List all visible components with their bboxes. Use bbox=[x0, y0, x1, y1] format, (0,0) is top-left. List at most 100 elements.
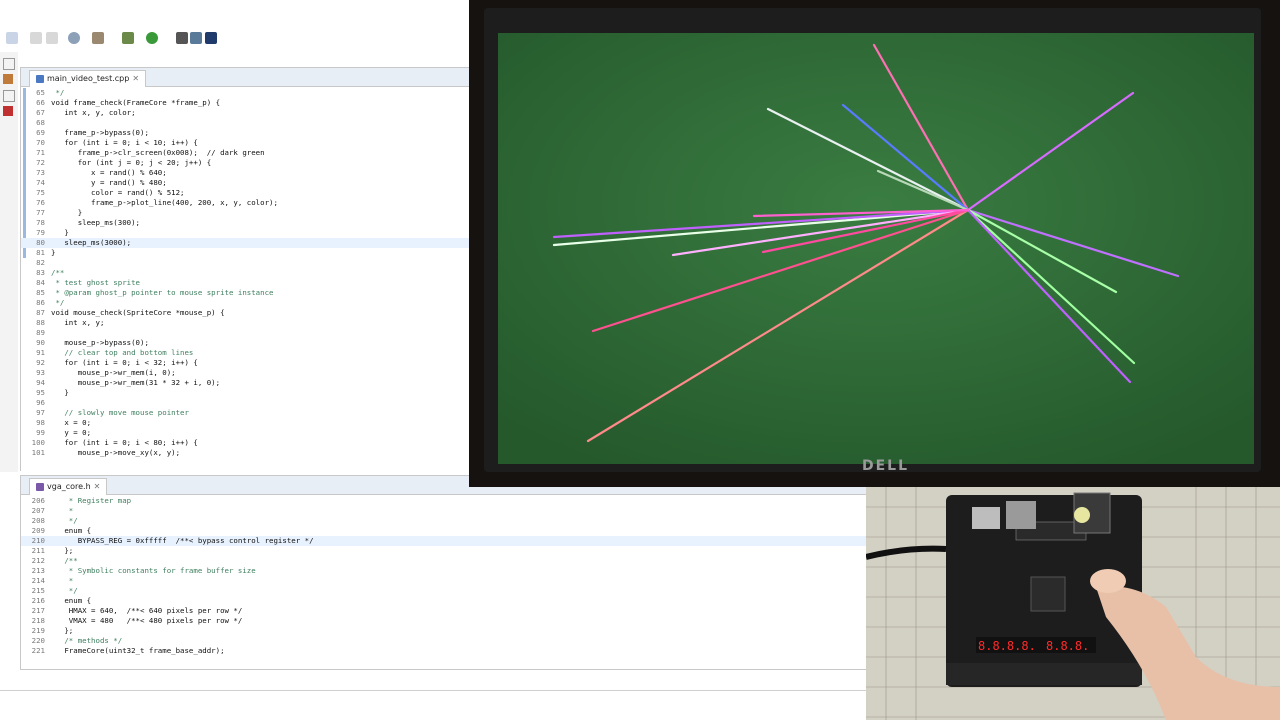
console-icon[interactable] bbox=[205, 32, 217, 44]
editor-main-video-test[interactable]: main_video_test.cpp ✕ 65 */66 void frame_… bbox=[20, 67, 471, 471]
code-line[interactable]: 209 enum { bbox=[21, 526, 867, 536]
code-line[interactable]: 83 /** bbox=[21, 268, 470, 278]
code-line[interactable]: 72 for (int j = 0; j < 20; j++) { bbox=[21, 158, 470, 168]
svg-text:8.8.8.: 8.8.8. bbox=[1046, 639, 1089, 653]
line-number: 210 bbox=[31, 536, 45, 545]
line-number: 88 bbox=[36, 318, 45, 327]
code-line[interactable]: 85 * @param ghost_p pointer to mouse spr… bbox=[21, 288, 470, 298]
code-line[interactable]: 215 */ bbox=[21, 586, 867, 596]
code-line[interactable]: 220 /* methods */ bbox=[21, 636, 867, 646]
code-line[interactable]: 80 sleep_ms(3000); bbox=[21, 238, 470, 248]
code-line[interactable]: 69 frame_p->bypass(0); bbox=[21, 128, 470, 138]
code-line[interactable]: 74 y = rand() % 480; bbox=[21, 178, 470, 188]
code-text: */ bbox=[51, 298, 65, 307]
line-number: 77 bbox=[36, 208, 45, 217]
code-line[interactable]: 77 } bbox=[21, 208, 470, 218]
code-line[interactable]: 95 } bbox=[21, 388, 470, 398]
code-line[interactable]: 101 mouse_p->move_xy(x, y); bbox=[21, 448, 470, 458]
explorer-icon[interactable] bbox=[3, 74, 13, 84]
side-panel bbox=[0, 52, 18, 472]
code-line[interactable]: 91 // clear top and bottom lines bbox=[21, 348, 470, 358]
code-line[interactable]: 68 bbox=[21, 118, 470, 128]
bookmark-icon[interactable] bbox=[3, 106, 13, 116]
code-text: /** bbox=[51, 268, 65, 277]
line-number: 208 bbox=[31, 516, 45, 525]
code-line[interactable]: 92 for (int i = 0; i < 32; i++) { bbox=[21, 358, 470, 368]
code-line[interactable]: 217 HMAX = 640, /**< 640 pixels per row … bbox=[21, 606, 867, 616]
code-line[interactable]: 78 sleep_ms(300); bbox=[21, 218, 470, 228]
code-text: for (int i = 0; i < 80; i++) { bbox=[51, 438, 198, 447]
code-line[interactable]: 94 mouse_p->wr_mem(31 * 32 + i, 0); bbox=[21, 378, 470, 388]
code-line[interactable]: 99 y = 0; bbox=[21, 428, 470, 438]
code-text: y = 0; bbox=[51, 428, 92, 437]
code-line[interactable]: 100 for (int i = 0; i < 80; i++) { bbox=[21, 438, 470, 448]
code-line[interactable]: 70 for (int i = 0; i < 10; i++) { bbox=[21, 138, 470, 148]
code-text: frame_p->plot_line(400, 200, x, y, color… bbox=[51, 198, 278, 207]
save-all-icon[interactable] bbox=[46, 32, 58, 44]
code-line[interactable]: 88 int x, y; bbox=[21, 318, 470, 328]
tasks-icon[interactable] bbox=[3, 90, 15, 102]
code-line[interactable]: 67 int x, y, color; bbox=[21, 108, 470, 118]
code-area[interactable]: 206 * Register map 207 * 208 */209 enum {2… bbox=[21, 496, 867, 669]
code-line[interactable]: 210 BYPASS_REG = 0xfffff /**< bypass con… bbox=[21, 536, 867, 546]
code-line[interactable]: 89 bbox=[21, 328, 470, 338]
code-text: mouse_p->move_xy(x, y); bbox=[51, 448, 181, 457]
code-text: /** bbox=[51, 556, 78, 565]
line-number: 101 bbox=[31, 448, 45, 457]
close-icon[interactable]: ✕ bbox=[132, 71, 139, 87]
tab-vga-core[interactable]: vga_core.h ✕ bbox=[29, 478, 108, 495]
code-line[interactable]: 87 void mouse_check(SpriteCore *mouse_p) … bbox=[21, 308, 470, 318]
code-line[interactable]: 206 * Register map bbox=[21, 496, 867, 506]
debug-icon[interactable] bbox=[122, 32, 134, 44]
code-line[interactable]: 65 */ bbox=[21, 88, 470, 98]
code-text: */ bbox=[51, 88, 65, 97]
run-icon[interactable] bbox=[146, 32, 158, 44]
code-line[interactable]: 93 mouse_p->wr_mem(i, 0); bbox=[21, 368, 470, 378]
code-line[interactable]: 73 x = rand() % 640; bbox=[21, 168, 470, 178]
code-text: VMAX = 480 /**< 480 pixels per row */ bbox=[51, 616, 243, 625]
code-line[interactable]: 66 void frame_check(FrameCore *frame_p) { bbox=[21, 98, 470, 108]
terminal-icon[interactable] bbox=[176, 32, 188, 44]
code-line[interactable]: 214 * bbox=[21, 576, 867, 586]
code-line[interactable]: 86 */ bbox=[21, 298, 470, 308]
code-text: void mouse_check(SpriteCore *mouse_p) { bbox=[51, 308, 225, 317]
code-text: /* methods */ bbox=[51, 636, 123, 645]
settings-icon[interactable] bbox=[68, 32, 80, 44]
build-icon[interactable] bbox=[92, 32, 104, 44]
code-line[interactable]: 84 * test ghost sprite bbox=[21, 278, 470, 288]
code-line[interactable]: 76 frame_p->plot_line(400, 200, x, y, co… bbox=[21, 198, 470, 208]
code-line[interactable]: 71 frame_p->clr_screen(0x008); // dark g… bbox=[21, 148, 470, 158]
code-line[interactable]: 96 bbox=[21, 398, 470, 408]
code-line[interactable]: 98 x = 0; bbox=[21, 418, 470, 428]
code-line[interactable]: 211 }; bbox=[21, 546, 867, 556]
code-text: * Register map bbox=[51, 496, 132, 505]
code-area[interactable]: 65 */66 void frame_check(FrameCore *frame… bbox=[21, 88, 470, 471]
code-line[interactable]: 82 bbox=[21, 258, 470, 268]
code-text: for (int j = 0; j < 20; j++) { bbox=[51, 158, 212, 167]
outline-icon[interactable] bbox=[3, 58, 15, 70]
line-number: 209 bbox=[31, 526, 45, 535]
code-line[interactable]: 219 }; bbox=[21, 626, 867, 636]
new-file-icon[interactable] bbox=[6, 32, 18, 44]
editor-vga-core[interactable]: vga_core.h ✕ 206 * Register map 207 * 208 … bbox=[20, 475, 868, 670]
code-line[interactable]: 75 color = rand() % 512; bbox=[21, 188, 470, 198]
code-line[interactable]: 97 // slowly move mouse pointer bbox=[21, 408, 470, 418]
svg-text:8.8.8.8.: 8.8.8.8. bbox=[978, 639, 1036, 653]
code-line[interactable]: 218 VMAX = 480 /**< 480 pixels per row *… bbox=[21, 616, 867, 626]
code-line[interactable]: 90 mouse_p->bypass(0); bbox=[21, 338, 470, 348]
code-line[interactable]: 216 enum { bbox=[21, 596, 867, 606]
save-icon[interactable] bbox=[30, 32, 42, 44]
code-line[interactable]: 81} bbox=[21, 248, 470, 258]
line-number: 213 bbox=[31, 566, 45, 575]
line-number: 93 bbox=[36, 368, 45, 377]
code-line[interactable]: 221 FrameCore(uint32_t frame_base_addr); bbox=[21, 646, 867, 656]
close-icon[interactable]: ✕ bbox=[94, 479, 101, 495]
code-line[interactable]: 213 * Symbolic constants for frame buffe… bbox=[21, 566, 867, 576]
search-icon[interactable] bbox=[190, 32, 202, 44]
code-line[interactable]: 212 /** bbox=[21, 556, 867, 566]
code-line[interactable]: 207 * bbox=[21, 506, 867, 516]
code-line[interactable]: 79 } bbox=[21, 228, 470, 238]
code-line[interactable]: 208 */ bbox=[21, 516, 867, 526]
tab-main-video-test[interactable]: main_video_test.cpp ✕ bbox=[29, 70, 147, 87]
line-number: 98 bbox=[36, 418, 45, 427]
